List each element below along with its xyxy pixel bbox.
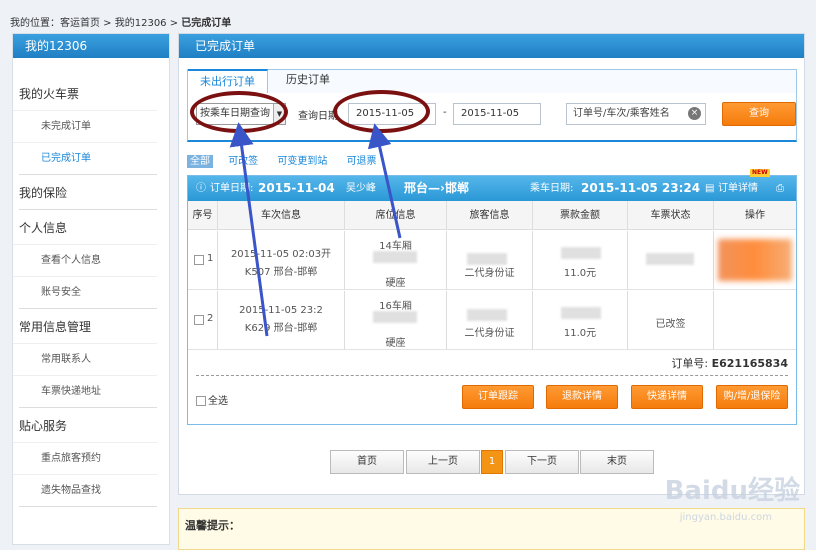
baidu-watermark-url: jingyan.baidu.com	[679, 512, 772, 523]
annotation-arrows	[229, 122, 402, 337]
baidu-watermark-logo: Baidu经验	[664, 476, 800, 506]
